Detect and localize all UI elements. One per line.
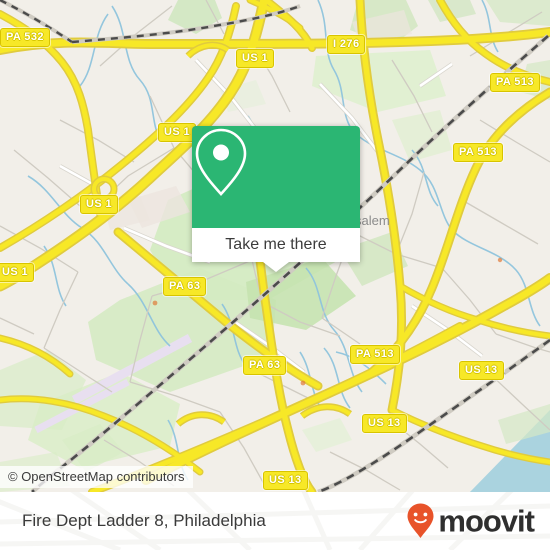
map-pin-icon [195,128,247,196]
road-shield: US 1 [0,263,35,282]
road-shield: US 1 [80,195,119,214]
road-shield: US 13 [263,471,308,490]
road-shield: US 13 [362,414,407,433]
moovit-wordmark: moovit [438,503,535,539]
road-shield: US 1 [236,49,275,68]
moovit-logo[interactable]: moovit [406,503,535,540]
road-shield: US 1 [158,123,197,142]
page-footer: Fire Dept Ladder 8, Philadelphia moovit [0,492,550,550]
road-shield: US 13 [459,361,504,380]
location-title: Fire Dept Ladder 8, Philadelphia [22,511,266,530]
road-shield: PA 513 [453,143,503,162]
popup-footer[interactable]: Take me there [192,228,360,272]
road-shield: PA 63 [243,356,287,375]
take-me-there-label: Take me there [225,236,327,253]
map-attribution[interactable]: © OpenStreetMap contributors [0,466,193,488]
road-shield: PA 513 [490,73,540,92]
road-shield: PA 513 [350,345,400,364]
road-shield: PA 63 [163,277,207,296]
moovit-map-screenshot: PA 532 US 1 I 276 PA 513 PA 513 US 1 US … [0,0,550,550]
map-canvas[interactable]: PA 532 US 1 I 276 PA 513 PA 513 US 1 US … [0,0,550,492]
road-shield: PA 532 [0,28,50,47]
road-shield: I 276 [327,35,366,54]
popup-header [192,126,360,228]
moovit-pin-icon [407,503,434,538]
place-label-jerusalem: salem [355,213,390,228]
location-popup[interactable]: Take me there [192,126,360,272]
popup-tail [263,262,289,272]
